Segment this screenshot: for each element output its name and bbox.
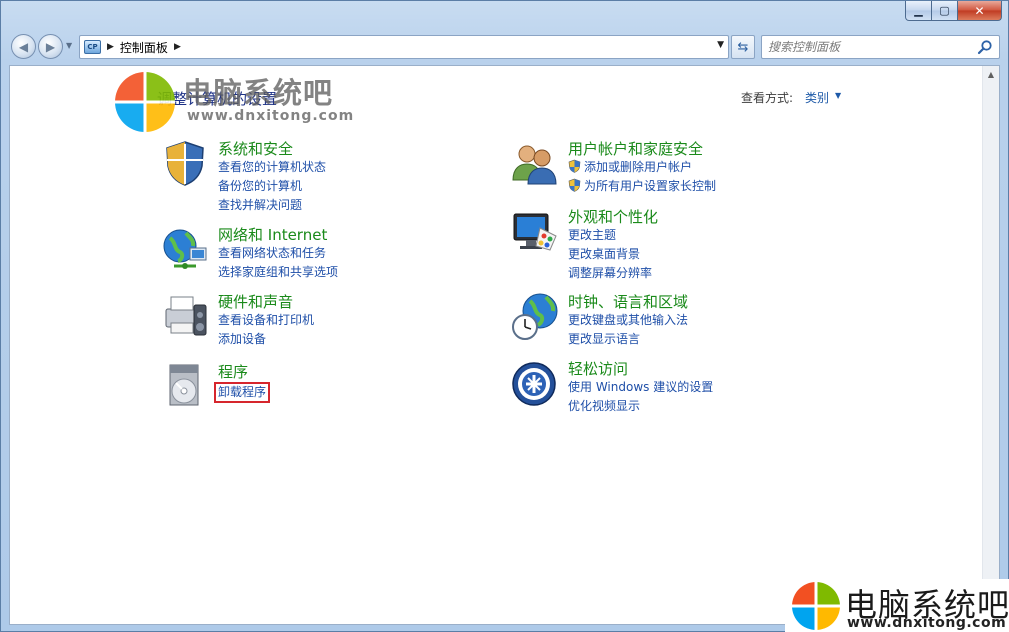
clock-globe-icon[interactable] [510,291,560,341]
maximize-icon: ▢ [939,4,950,17]
navigation-bar: ◀ ▶ ▼ CP ▶ 控制面板 ▶ ▼ ⇆ [9,31,1000,61]
category-title[interactable]: 程序 [218,361,248,382]
breadcrumb-arrow-icon[interactable]: ▶ [107,42,114,52]
back-arrow-icon: ◀ [18,39,29,54]
watermark-text: 电脑系统吧 [183,76,334,110]
category-programs: 程序 卸载程序 [160,361,520,431]
link-add-remove-accounts[interactable]: 添加或删除用户帐户 [568,158,716,177]
minimize-button[interactable]: ▁ [905,1,932,21]
watermark-url: www.dnxitong.com [847,615,1007,631]
recent-pages-dropdown-icon[interactable]: ▼ [66,41,72,50]
link-uninstall-program[interactable]: 卸载程序 [214,382,271,403]
link-label: 添加或删除用户帐户 [584,160,693,174]
category-user-accounts: 用户帐户和家庭安全 添加或删除用户帐户 为所有用户设置家长控制 [510,138,870,208]
category-title[interactable]: 用户帐户和家庭安全 [568,138,703,159]
link-find-fix-problems[interactable]: 查找并解决问题 [218,196,326,215]
watermark-logo-icon [792,582,840,630]
forward-button[interactable]: ▶ [38,34,63,59]
link-parental-controls[interactable]: 为所有用户设置家长控制 [568,177,716,196]
link-change-display-language[interactable]: 更改显示语言 [568,330,688,349]
watermark-bottom: 电脑系统吧 www.dnxitong.com [785,579,1009,632]
category-links: 更改键盘或其他输入法 更改显示语言 [568,311,688,349]
printer-speaker-icon[interactable] [160,291,210,341]
back-button[interactable]: ◀ [11,34,36,59]
category-links: 卸载程序 [214,381,271,403]
shield-icon[interactable] [160,138,210,188]
category-links: 查看您的计算机状态 备份您的计算机 查找并解决问题 [218,158,326,215]
content-pane: ▲ ▼ 调整计算机的设置 查看方式: 类别 ▼ 系统和安全 查看您的计算机状态 … [9,65,1000,625]
category-hardware-sound: 硬件和声音 查看设备和打印机 添加设备 [160,291,520,361]
category-links: 添加或删除用户帐户 为所有用户设置家长控制 [568,158,716,196]
address-bar[interactable]: CP ▶ 控制面板 ▶ ▼ [79,35,729,59]
ease-of-access-icon[interactable] [510,358,560,408]
link-label: 为所有用户设置家长控制 [584,179,717,193]
category-links: 查看设备和打印机 添加设备 [218,311,314,349]
category-title[interactable]: 外观和个性化 [568,206,658,227]
programs-disc-icon[interactable] [160,361,210,411]
category-ease-of-access: 轻松访问 使用 Windows 建议的设置 优化视频显示 [510,358,870,428]
category-system-security: 系统和安全 查看您的计算机状态 备份您的计算机 查找并解决问题 [160,138,520,212]
category-links: 更改主题 更改桌面背景 调整屏幕分辨率 [568,226,652,283]
maximize-button[interactable]: ▢ [932,1,958,21]
link-view-computer-status[interactable]: 查看您的计算机状态 [218,158,326,177]
close-icon: ✕ [974,3,985,18]
link-homegroup-sharing[interactable]: 选择家庭组和共享选项 [218,263,338,282]
link-backup-computer[interactable]: 备份您的计算机 [218,177,326,196]
category-clock-language-region: 时钟、语言和区域 更改键盘或其他输入法 更改显示语言 [510,291,870,361]
control-panel-icon: CP [84,40,101,54]
watermark-url: www.dnxitong.com [187,108,355,124]
category-network-internet: 网络和 Internet 查看网络状态和任务 选择家庭组和共享选项 [160,224,520,294]
network-globe-icon[interactable] [160,224,210,274]
uac-shield-icon [568,178,581,192]
category-appearance: 外观和个性化 更改主题 更改桌面背景 调整屏幕分辨率 [510,206,870,280]
minimize-icon: ▁ [914,4,923,17]
scroll-up-icon[interactable]: ▲ [983,66,999,83]
refresh-icon: ⇆ [737,39,749,55]
link-change-keyboard[interactable]: 更改键盘或其他输入法 [568,311,688,330]
view-by-label: 查看方式: [741,91,794,105]
uac-shield-icon [568,159,581,173]
address-dropdown-icon[interactable]: ▼ [717,40,724,50]
link-view-network-status[interactable]: 查看网络状态和任务 [218,244,338,263]
breadcrumb-arrow-icon[interactable]: ▶ [174,42,181,52]
view-by-dropdown-icon[interactable]: ▼ [835,91,841,100]
breadcrumb-control-panel[interactable]: 控制面板 [120,39,168,56]
category-links: 使用 Windows 建议的设置 优化视频显示 [568,378,713,416]
users-icon[interactable] [510,138,560,188]
category-title[interactable]: 硬件和声音 [218,291,293,312]
category-title[interactable]: 轻松访问 [568,358,628,379]
watermark-logo-icon [115,72,175,132]
control-panel-window: ▁ ▢ ✕ ◀ ▶ ▼ CP ▶ 控制面板 ▶ ▼ ⇆ ▲ ▼ 调整计算机的设置 [0,0,1009,632]
search-box[interactable] [761,35,1000,59]
refresh-button[interactable]: ⇆ [731,35,755,59]
category-title[interactable]: 时钟、语言和区域 [568,291,688,312]
link-adjust-resolution[interactable]: 调整屏幕分辨率 [568,264,652,283]
search-icon[interactable] [977,39,993,55]
vertical-scrollbar[interactable]: ▲ ▼ [982,66,999,624]
caption-buttons: ▁ ▢ ✕ [905,1,1002,22]
category-title[interactable]: 系统和安全 [218,138,293,159]
category-links: 查看网络状态和任务 选择家庭组和共享选项 [218,244,338,282]
watermark-top: 电脑系统吧 www.dnxitong.com [111,68,361,136]
link-devices-printers[interactable]: 查看设备和打印机 [218,311,314,330]
link-windows-recommended-settings[interactable]: 使用 Windows 建议的设置 [568,378,713,397]
close-button[interactable]: ✕ [958,1,1002,21]
view-by-dropdown[interactable]: 类别 [805,89,829,106]
link-change-theme[interactable]: 更改主题 [568,226,652,245]
link-change-desktop-background[interactable]: 更改桌面背景 [568,245,652,264]
forward-arrow-icon: ▶ [45,39,56,54]
monitor-palette-icon[interactable] [510,206,560,256]
search-input[interactable] [768,40,968,54]
link-optimize-visual-display[interactable]: 优化视频显示 [568,397,713,416]
link-add-device[interactable]: 添加设备 [218,330,314,349]
category-title[interactable]: 网络和 Internet [218,224,327,245]
